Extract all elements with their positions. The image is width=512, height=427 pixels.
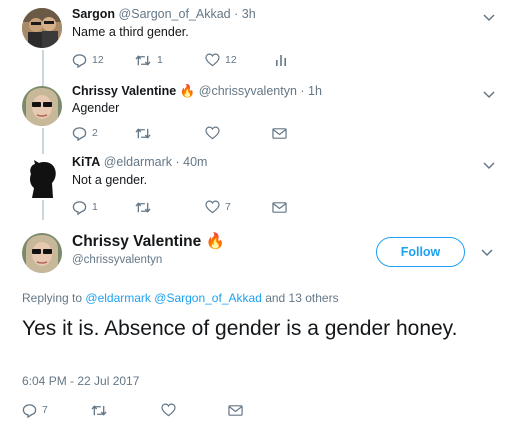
author-name[interactable]: Chrissy Valentine [72, 84, 176, 98]
reply-button[interactable]: 7 [22, 402, 48, 418]
analytics-icon [276, 55, 286, 66]
direct-message-icon [272, 127, 287, 139]
tweet-text: Agender [72, 101, 120, 115]
reply-button[interactable]: 12 [72, 52, 104, 68]
reply-button[interactable]: 1 [72, 199, 98, 215]
thread-line [42, 50, 44, 86]
author-name[interactable]: KiTA [72, 155, 100, 169]
retweet-icon [91, 404, 107, 416]
replying-users-link[interactable]: @eldarmark @Sargon_of_Akkad [85, 291, 261, 305]
reply-icon [72, 53, 87, 68]
avatar[interactable] [22, 8, 62, 48]
chevron-down-icon[interactable] [480, 245, 494, 259]
chevron-down-icon[interactable] [482, 10, 496, 24]
author-name-text: Chrissy Valentine [72, 233, 202, 250]
chevron-down-icon[interactable] [482, 158, 496, 172]
author-handle[interactable]: @chrissyvalentyn [72, 254, 162, 266]
author-name[interactable]: Sargon [72, 7, 115, 21]
reply-button[interactable]: 2 [72, 125, 98, 141]
replying-to: Replying to @eldarmark @Sargon_of_Akkad … [22, 291, 339, 305]
tweet-time[interactable]: · 40m [175, 155, 207, 169]
retweet-icon [135, 127, 151, 139]
tweet-text: Not a gender. [72, 173, 148, 187]
reply-count: 7 [42, 404, 48, 416]
like-icon [205, 53, 220, 67]
retweet-button[interactable] [134, 199, 152, 215]
retweet-button[interactable]: 1 [134, 52, 163, 68]
direct-message-icon [228, 404, 243, 416]
tweet-header: KiTA @eldarmark · 40m [72, 155, 207, 169]
like-icon [161, 403, 176, 417]
like-button[interactable] [161, 402, 176, 418]
author-handle[interactable]: @eldarmark [104, 155, 172, 169]
direct-message-button[interactable] [272, 125, 287, 141]
tweet-time[interactable]: · 3h [234, 7, 256, 21]
like-icon [205, 126, 220, 140]
tweet-actions: 12 1 12 [72, 52, 302, 68]
like-button[interactable]: 12 [205, 52, 237, 68]
retweet-count: 1 [157, 54, 163, 66]
like-icon [205, 200, 220, 214]
avatar[interactable] [22, 86, 62, 126]
retweet-icon [135, 54, 151, 66]
tweet-actions: 7 [22, 402, 262, 418]
retweet-icon [135, 201, 151, 213]
fire-emoji: 🔥 [205, 233, 225, 250]
tweet-text: Name a third gender. [72, 25, 189, 39]
fire-emoji: 🔥 [179, 84, 196, 98]
avatar[interactable] [22, 233, 62, 273]
tweet-time[interactable]: · 1h [300, 84, 322, 98]
thread-line [42, 128, 44, 154]
tweet-actions: 2 [72, 125, 302, 141]
replying-suffix[interactable]: and 13 others [265, 291, 338, 305]
thread-line [42, 200, 44, 220]
retweet-button[interactable] [90, 402, 108, 418]
tweet-text: Yes it is. Absence of gender is a gender… [22, 317, 458, 340]
reply-count: 1 [92, 201, 98, 213]
author-handle[interactable]: @chrissyvalentyn [199, 84, 297, 98]
tweet-actions: 1 7 [72, 199, 302, 215]
like-button[interactable] [205, 125, 220, 141]
like-count: 12 [225, 54, 237, 66]
like-button[interactable]: 7 [205, 199, 231, 215]
reply-icon [22, 403, 37, 418]
replying-prefix: Replying to [22, 291, 83, 305]
tweet-timestamp[interactable]: 6:04 PM - 22 Jul 2017 [22, 374, 139, 388]
reply-icon [72, 200, 87, 215]
author-handle[interactable]: @Sargon_of_Akkad [119, 7, 231, 21]
avatar[interactable] [22, 158, 62, 198]
reply-icon [72, 126, 87, 141]
reply-count: 2 [92, 127, 98, 139]
tweet-header: Chrissy Valentine 🔥 @chrissyvalentyn · 1… [72, 84, 322, 99]
follow-button[interactable]: Follow [376, 237, 465, 267]
direct-message-icon [272, 201, 287, 213]
tweet-header: Sargon @Sargon_of_Akkad · 3h [72, 7, 256, 21]
like-count: 7 [225, 201, 231, 213]
direct-message-button[interactable] [228, 402, 243, 418]
analytics-button[interactable] [275, 52, 287, 68]
chevron-down-icon[interactable] [482, 87, 496, 101]
retweet-button[interactable] [134, 125, 152, 141]
reply-count: 12 [92, 54, 104, 66]
direct-message-button[interactable] [272, 199, 287, 215]
author-name[interactable]: Chrissy Valentine 🔥 [72, 232, 225, 251]
